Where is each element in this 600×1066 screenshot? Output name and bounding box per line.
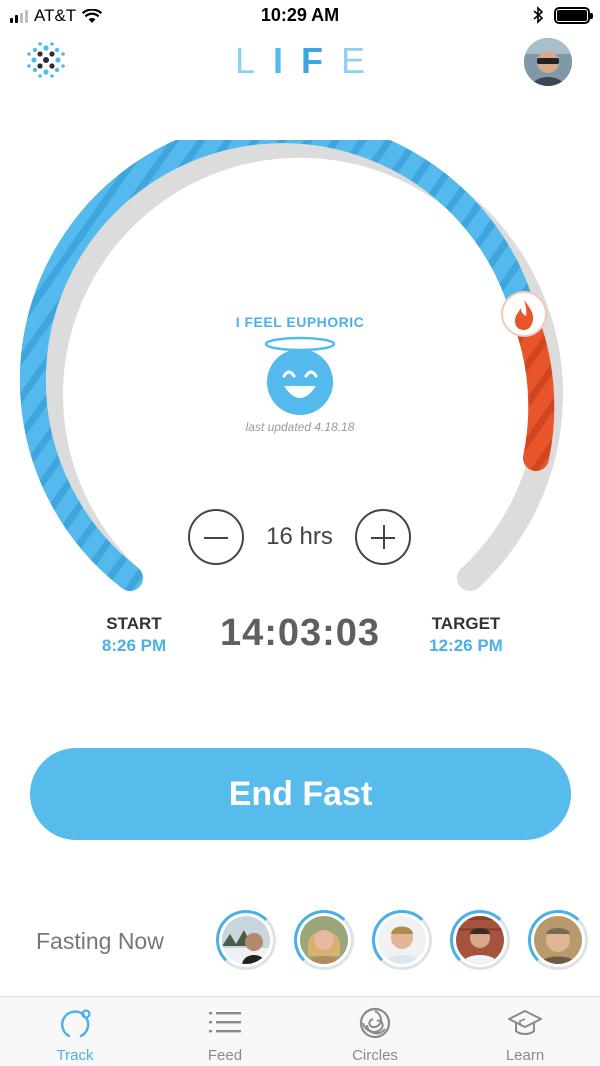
feed-list-icon (209, 1012, 241, 1033)
status-bar-time: 10:29 AM (260, 5, 340, 25)
target-value: 12:26 PM (429, 636, 503, 655)
fasting-user-avatar[interactable] (528, 910, 588, 970)
tab-circles[interactable]: Circles (300, 997, 450, 1066)
dial-overtime-arc (512, 305, 555, 471)
wordmark-letter: E (341, 40, 384, 81)
status-bar-right (533, 6, 593, 24)
elapsed-timer: 14:03:03 (219, 612, 381, 654)
decrease-hours-button[interactable] (188, 509, 244, 565)
tab-feed[interactable]: Feed (150, 997, 300, 1066)
euphoric-halo-face-icon[interactable] (264, 336, 336, 420)
tab-label: Track (56, 1047, 94, 1064)
app-header: LIFE (0, 34, 600, 90)
profile-avatar[interactable] (524, 38, 572, 86)
battery-icon (554, 6, 593, 24)
increase-hours-button[interactable] (355, 509, 411, 565)
fasting-now-row: Fasting Now (0, 906, 600, 976)
tab-label: Learn (505, 1047, 545, 1064)
start-label: START (106, 614, 162, 633)
wordmark-letter: L (234, 40, 273, 81)
fasting-now-label: Fasting Now (36, 928, 164, 954)
tab-label: Feed (207, 1047, 243, 1064)
fasting-user-avatar[interactable] (450, 910, 510, 970)
user-avatar-icon (524, 38, 572, 86)
tab-label: Circles (352, 1047, 398, 1064)
status-bar: AT&T 10:29 AM (0, 0, 600, 32)
bottom-tab-bar: Track Feed Circles Learn (0, 996, 600, 1066)
fasting-user-avatar[interactable] (294, 910, 354, 970)
bluetooth-icon (533, 6, 544, 24)
tab-learn[interactable]: Learn (450, 997, 600, 1066)
mood-label[interactable]: I FEEL EUPHORIC (0, 314, 600, 330)
wordmark-letter: F (301, 40, 342, 81)
start-value: 8:26 PM (101, 636, 167, 655)
graduation-cap-icon (508, 1010, 542, 1035)
mood-last-updated: last updated 4.18.18 (245, 420, 355, 434)
start-time-block[interactable]: START 8:26 PM (74, 614, 194, 656)
fast-times: START 8:26 PM 14:03:03 TARGET 12:26 PM (0, 612, 600, 662)
track-icon (61, 1009, 91, 1038)
target-time-block[interactable]: TARGET 12:26 PM (406, 614, 526, 656)
target-hours-stepper: 16 hrs (0, 509, 600, 565)
circles-swirl-icon (359, 1007, 391, 1039)
fasting-user-avatar[interactable] (372, 910, 432, 970)
wordmark-letter: I (273, 40, 302, 81)
tab-track[interactable]: Track (0, 997, 150, 1066)
target-hours-value: 16 hrs (266, 523, 333, 550)
end-fast-button[interactable]: End Fast (30, 748, 571, 840)
fasting-user-avatar[interactable] (216, 910, 276, 970)
target-label: TARGET (431, 614, 501, 633)
app-wordmark: LIFE (0, 40, 600, 82)
